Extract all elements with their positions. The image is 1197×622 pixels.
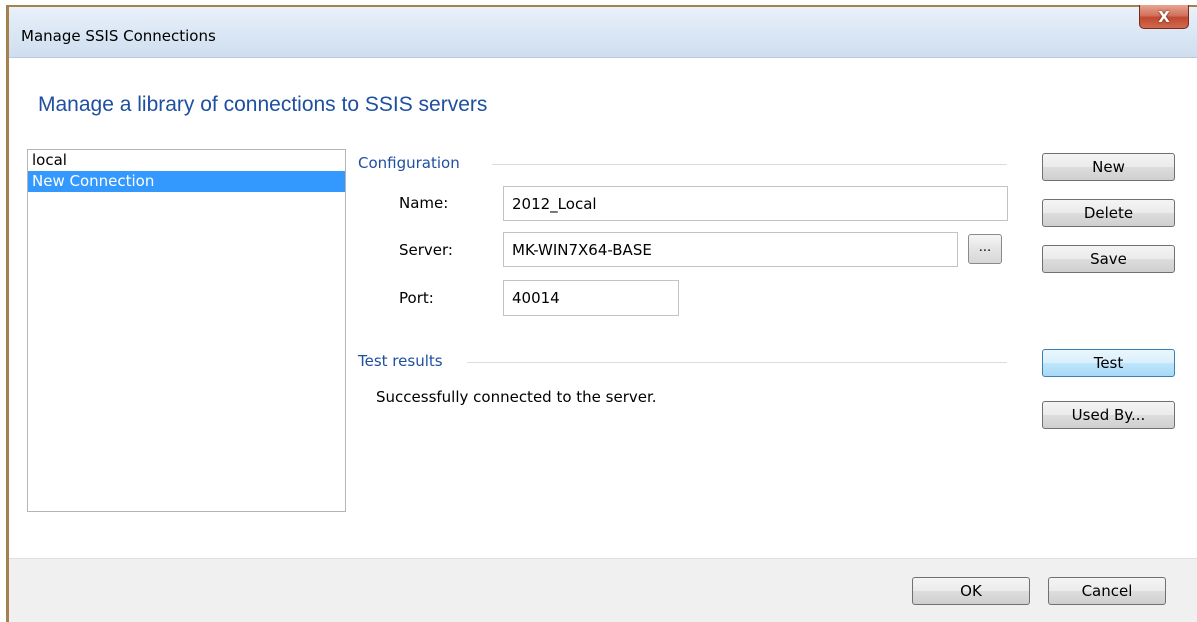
list-item-new-connection[interactable]: New Connection xyxy=(28,171,345,192)
test-button[interactable]: Test xyxy=(1042,349,1175,377)
browse-server-button[interactable]: ... xyxy=(968,234,1002,264)
used-by-button[interactable]: Used By... xyxy=(1042,401,1175,429)
configuration-divider xyxy=(492,164,1007,165)
server-value: MK-WIN7X64-BASE xyxy=(512,240,652,259)
server-label: Server: xyxy=(399,241,453,259)
dialog-window: Manage SSIS Connections X Manage a libra… xyxy=(6,5,1197,622)
test-result-message: Successfully connected to the server. xyxy=(376,388,657,406)
window-title: Manage SSIS Connections xyxy=(21,27,216,45)
cancel-button[interactable]: Cancel xyxy=(1048,577,1166,605)
close-icon: X xyxy=(1158,7,1170,26)
name-label: Name: xyxy=(399,194,449,212)
ok-button[interactable]: OK xyxy=(912,577,1030,605)
server-field[interactable]: MK-WIN7X64-BASE xyxy=(503,232,958,267)
save-button[interactable]: Save xyxy=(1042,245,1175,273)
dialog-content: Manage a library of connections to SSIS … xyxy=(9,58,1197,558)
test-results-divider xyxy=(467,362,1007,363)
connections-list[interactable]: local New Connection xyxy=(27,149,346,512)
name-field[interactable]: 2012_Local xyxy=(503,186,1008,221)
configuration-group-label: Configuration xyxy=(358,154,460,172)
dialog-footer: OK Cancel xyxy=(9,558,1197,622)
new-button[interactable]: New xyxy=(1042,153,1175,181)
title-bar[interactable]: Manage SSIS Connections X xyxy=(9,5,1197,58)
close-button[interactable]: X xyxy=(1139,5,1189,29)
name-value: 2012_Local xyxy=(512,194,597,213)
test-results-group-label: Test results xyxy=(358,352,443,370)
port-label: Port: xyxy=(399,289,434,307)
port-value: 40014 xyxy=(512,289,560,307)
ellipsis-icon: ... xyxy=(978,239,992,255)
delete-button[interactable]: Delete xyxy=(1042,199,1175,227)
list-item-local[interactable]: local xyxy=(28,150,345,171)
page-heading: Manage a library of connections to SSIS … xyxy=(38,93,488,116)
port-field[interactable]: 40014 xyxy=(503,280,679,316)
